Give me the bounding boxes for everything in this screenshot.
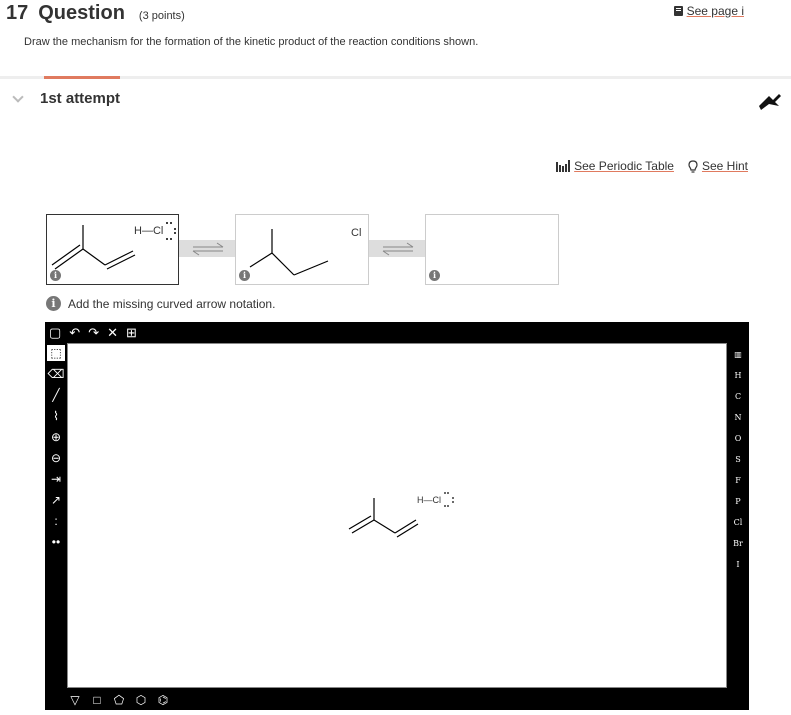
equilibrium-arrow-2 <box>369 240 426 257</box>
see-page-link[interactable]: See page i <box>673 4 744 18</box>
element-c[interactable]: C <box>727 387 749 406</box>
hint-label: See Hint <box>701 159 748 173</box>
shape-toolbar: ▽ □ ⬠ ⬡ ⌬ <box>67 690 171 709</box>
hint-message: i Add the missing curved arrow notation. <box>46 296 275 311</box>
element-p[interactable]: P <box>727 492 749 511</box>
chain-tool-icon[interactable]: ⌇ <box>47 408 65 424</box>
redo-icon[interactable]: ↷ <box>88 325 99 341</box>
element-f[interactable]: F <box>727 471 749 490</box>
question-number: 17 <box>6 2 29 24</box>
tools-bar: See Periodic Table See Hint <box>556 159 748 173</box>
canvas-structure <box>348 492 454 538</box>
lightbulb-icon <box>688 159 698 173</box>
periodic-table-label: See Periodic Table <box>574 159 674 173</box>
book-icon <box>673 6 683 16</box>
equilibrium-arrow-1 <box>179 240 236 257</box>
element-o[interactable]: O <box>727 429 749 448</box>
template-2d-icon[interactable]: ⊞ <box>126 325 137 341</box>
clear-icon[interactable]: ✕ <box>107 325 118 341</box>
equilibrium-arrow-icon <box>192 242 224 256</box>
info-icon[interactable]: i <box>239 270 250 281</box>
element-n[interactable]: N <box>727 408 749 427</box>
see-page-label: See page i <box>686 4 744 18</box>
mechanism-step-3[interactable]: i <box>425 214 559 285</box>
curved-arrow-icon[interactable]: ↗ <box>47 492 65 508</box>
cyclohexane-icon[interactable]: ⬡ <box>133 693 149 707</box>
info-icon: i <box>46 296 61 311</box>
plus-charge-icon[interactable]: ⊕ <box>47 429 65 445</box>
editor-top-toolbar: ▢ ↶ ↷ ✕ ⊞ <box>49 324 137 342</box>
benzene-icon[interactable]: ⌬ <box>155 693 171 707</box>
info-icon[interactable]: i <box>50 270 61 281</box>
equilibrium-arrow-icon <box>382 242 414 256</box>
element-i[interactable]: I <box>727 555 749 574</box>
element-br[interactable]: Br <box>727 534 749 553</box>
mechanism-step-2[interactable]: Cl i <box>235 214 369 285</box>
bond-tool-icon[interactable]: ╱ <box>47 387 65 403</box>
undo-icon[interactable]: ↶ <box>69 325 80 341</box>
step2-label: Cl <box>351 227 362 239</box>
minus-charge-icon[interactable]: ⊖ <box>47 450 65 466</box>
new-document-icon[interactable]: ▢ <box>49 325 61 341</box>
hint-link[interactable]: See Hint <box>688 159 748 173</box>
periodic-table-icon <box>556 160 571 172</box>
arrow-tool-icon[interactable]: ⇥ <box>47 471 65 487</box>
step2-structure <box>249 229 329 276</box>
canvas-reagent: H—Cl <box>417 495 441 505</box>
select-tool-icon[interactable]: ⬚ <box>47 345 65 361</box>
mechanism-step-1[interactable]: H—Cl i <box>46 214 179 285</box>
eraser-icon[interactable]: ⌫ <box>47 366 65 382</box>
question-header: 17 Question (3 points) <box>6 2 185 25</box>
lone-pair-icon[interactable]: •• <box>47 534 65 550</box>
question-points: (3 points) <box>138 10 185 22</box>
question-title: Question <box>38 2 125 24</box>
element-palette: ▥ H C N O S F P Cl Br I <box>727 343 749 574</box>
divider-accent <box>44 76 120 79</box>
element-h[interactable]: H <box>727 366 749 385</box>
periodic-table-link[interactable]: See Periodic Table <box>556 159 674 173</box>
cyclobutane-icon[interactable]: □ <box>89 693 105 707</box>
pin-icon[interactable] <box>757 90 783 112</box>
attempt-header[interactable]: 1st attempt <box>12 90 121 107</box>
hint-message-text: Add the missing curved arrow notation. <box>68 296 276 311</box>
editor-left-toolbar: ⬚ ⌫ ╱ ⌇ ⊕ ⊖ ⇥ ↗ : •• <box>45 343 67 550</box>
drawing-canvas[interactable]: H—Cl <box>67 343 727 688</box>
element-s[interactable]: S <box>727 450 749 469</box>
info-icon[interactable]: i <box>429 270 440 281</box>
radical-icon[interactable]: : <box>47 513 65 529</box>
question-instruction: Draw the mechanism for the formation of … <box>24 36 479 48</box>
attempt-label: 1st attempt <box>40 90 121 107</box>
cyclopropane-icon[interactable]: ▽ <box>67 693 83 707</box>
step1-reagent: H—Cl <box>134 225 164 237</box>
chevron-down-icon <box>12 90 24 103</box>
drawing-editor: ▢ ↶ ↷ ✕ ⊞ ⬚ ⌫ ╱ ⌇ ⊕ ⊖ ⇥ ↗ : •• H—Cl ▥ H … <box>45 322 749 710</box>
periodic-table-icon[interactable]: ▥ <box>727 345 749 364</box>
element-cl[interactable]: Cl <box>727 513 749 532</box>
cyclopentane-icon[interactable]: ⬠ <box>111 693 127 707</box>
